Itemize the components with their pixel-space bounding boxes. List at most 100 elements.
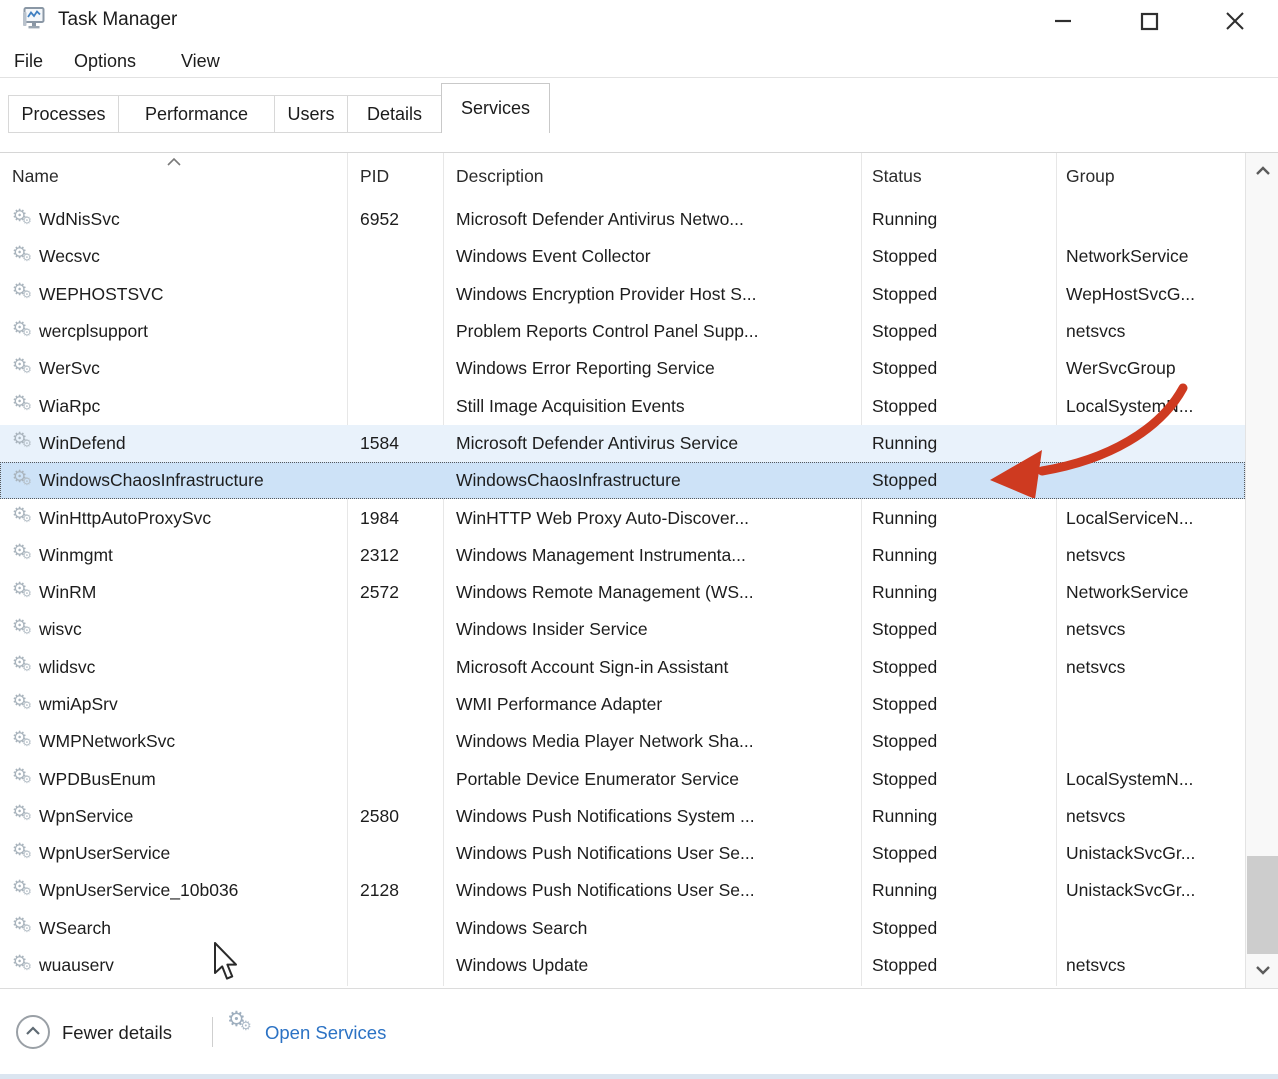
service-group — [1056, 686, 1245, 723]
table-header: Name PID Description Status Group — [0, 153, 1245, 200]
service-description: Windows Push Notifications User Se... — [443, 835, 861, 872]
tab-users[interactable]: Users — [274, 95, 348, 133]
service-group — [1056, 910, 1245, 947]
column-header-description[interactable]: Description — [443, 153, 861, 200]
menu-file[interactable]: File — [14, 42, 43, 77]
table-row[interactable]: ⚙⚙ WPDBusEnum Portable Device Enumerator… — [0, 760, 1245, 797]
service-name: wmiApSrv — [39, 694, 118, 715]
task-manager-window: Task Manager File Options View Processes… — [0, 0, 1278, 1079]
service-gear-icon: ⚙⚙ — [12, 879, 39, 903]
service-pid: 2128 — [347, 872, 443, 909]
service-status: Stopped — [861, 760, 1056, 797]
title-bar: Task Manager — [0, 0, 1278, 42]
table-row[interactable]: ⚙⚙ WEPHOSTSVC Windows Encryption Provide… — [0, 276, 1245, 313]
service-pid: 1584 — [347, 425, 443, 462]
column-header-status[interactable]: Status — [861, 153, 1056, 200]
minimize-button[interactable] — [1020, 0, 1106, 42]
service-group: LocalServiceN... — [1056, 499, 1245, 536]
vertical-scrollbar[interactable] — [1245, 153, 1278, 988]
service-gear-icon: ⚙⚙ — [12, 543, 39, 567]
scroll-down-icon[interactable] — [1246, 954, 1278, 986]
service-description: WMI Performance Adapter — [443, 686, 861, 723]
tab-services[interactable]: Services — [441, 83, 550, 133]
table-row[interactable]: ⚙⚙ WiaRpc Still Image Acquisition Events… — [0, 387, 1245, 424]
service-description: Windows Management Instrumenta... — [443, 537, 861, 574]
service-gear-icon: ⚙⚙ — [12, 469, 39, 493]
scroll-up-icon[interactable] — [1246, 155, 1278, 187]
table-row[interactable]: ⚙⚙ wisvc Windows Insider Service Stopped… — [0, 611, 1245, 648]
service-description: Microsoft Account Sign-in Assistant — [443, 649, 861, 686]
service-pid — [347, 238, 443, 275]
service-pid — [347, 350, 443, 387]
table-row[interactable]: ⚙⚙ WerSvc Windows Error Reporting Servic… — [0, 350, 1245, 387]
service-pid: 1984 — [347, 499, 443, 536]
column-header-pid[interactable]: PID — [347, 153, 443, 200]
service-gear-icon: ⚙⚙ — [12, 320, 39, 344]
service-description: WindowsChaosInfrastructure — [443, 462, 861, 499]
service-name: Wecsvc — [39, 246, 100, 267]
service-pid — [347, 760, 443, 797]
tab-performance[interactable]: Performance — [118, 95, 275, 133]
service-group: WepHostSvcG... — [1056, 276, 1245, 313]
service-description: Windows Encryption Provider Host S... — [443, 276, 861, 313]
service-gear-icon: ⚙⚙ — [12, 655, 39, 679]
service-group — [1056, 425, 1245, 462]
tab-details[interactable]: Details — [347, 95, 442, 133]
table-row[interactable]: ⚙⚙ wercplsupport Problem Reports Control… — [0, 313, 1245, 350]
table-row[interactable]: ⚙⚙ WSearch Windows Search Stopped — [0, 910, 1245, 947]
service-pid — [347, 835, 443, 872]
service-status: Stopped — [861, 611, 1056, 648]
service-group: LocalSystemN... — [1056, 387, 1245, 424]
service-name: WinHttpAutoProxySvc — [39, 508, 211, 529]
table-row[interactable]: ⚙⚙ Winmgmt 2312 Windows Management Instr… — [0, 537, 1245, 574]
service-name: WinDefend — [39, 433, 126, 454]
service-group: netsvcs — [1056, 313, 1245, 350]
table-row[interactable]: ⚙⚙ WindowsChaosInfrastructure WindowsCha… — [0, 462, 1245, 499]
table-row[interactable]: ⚙⚙ WpnUserService Windows Push Notificat… — [0, 835, 1245, 872]
maximize-button[interactable] — [1106, 0, 1192, 42]
column-header-group[interactable]: Group — [1056, 153, 1245, 200]
service-status: Running — [861, 425, 1056, 462]
service-gear-icon: ⚙⚙ — [12, 431, 39, 455]
service-gear-icon: ⚙⚙ — [12, 506, 39, 530]
service-name: wercplsupport — [39, 321, 148, 342]
service-status: Stopped — [861, 835, 1056, 872]
table-row[interactable]: ⚙⚙ WinDefend 1584 Microsoft Defender Ant… — [0, 425, 1245, 462]
table-row[interactable]: ⚙⚙ WpnService 2580 Windows Push Notifica… — [0, 798, 1245, 835]
table-row[interactable]: ⚙⚙ WdNisSvc 6952 Microsoft Defender Anti… — [0, 201, 1245, 238]
menu-options[interactable]: Options — [74, 42, 136, 77]
service-description: Windows Media Player Network Sha... — [443, 723, 861, 760]
service-gear-icon: ⚙⚙ — [12, 767, 39, 791]
scrollbar-thumb[interactable] — [1247, 856, 1278, 954]
service-description: Windows Search — [443, 910, 861, 947]
service-gear-icon: ⚙⚙ — [12, 916, 39, 940]
close-button[interactable] — [1192, 0, 1278, 42]
footer-bar: Fewer details ⚙⚙ Open Services — [0, 988, 1278, 1074]
table-row[interactable]: ⚙⚙ WinHttpAutoProxySvc 1984 WinHTTP Web … — [0, 499, 1245, 536]
service-name: WSearch — [39, 918, 111, 939]
service-description: Portable Device Enumerator Service — [443, 760, 861, 797]
service-name: wuauserv — [39, 955, 114, 976]
table-row[interactable]: ⚙⚙ WMPNetworkSvc Windows Media Player Ne… — [0, 723, 1245, 760]
service-description: Windows Error Reporting Service — [443, 350, 861, 387]
open-services-link[interactable]: Open Services — [265, 989, 386, 1075]
service-group: UnistackSvcGr... — [1056, 872, 1245, 909]
table-row[interactable]: ⚙⚙ Wecsvc Windows Event Collector Stoppe… — [0, 238, 1245, 275]
menu-view[interactable]: View — [181, 42, 220, 77]
service-status: Stopped — [861, 350, 1056, 387]
fewer-details-button[interactable] — [16, 1015, 50, 1049]
service-status: Running — [861, 574, 1056, 611]
service-status: Stopped — [861, 910, 1056, 947]
service-status: Stopped — [861, 238, 1056, 275]
service-group: LocalSystemN... — [1056, 760, 1245, 797]
fewer-details-label[interactable]: Fewer details — [62, 989, 172, 1075]
table-row[interactable]: ⚙⚙ WpnUserService_10b036 2128 Windows Pu… — [0, 872, 1245, 909]
table-row[interactable]: ⚙⚙ wuauserv Windows Update Stopped netsv… — [0, 947, 1245, 984]
table-row[interactable]: ⚙⚙ WinRM 2572 Windows Remote Management … — [0, 574, 1245, 611]
service-description: Windows Push Notifications System ... — [443, 798, 861, 835]
tab-processes[interactable]: Processes — [8, 95, 119, 133]
service-status: Running — [861, 872, 1056, 909]
table-row[interactable]: ⚙⚙ wlidsvc Microsoft Account Sign-in Ass… — [0, 649, 1245, 686]
table-row[interactable]: ⚙⚙ wmiApSrv WMI Performance Adapter Stop… — [0, 686, 1245, 723]
service-status: Running — [861, 201, 1056, 238]
